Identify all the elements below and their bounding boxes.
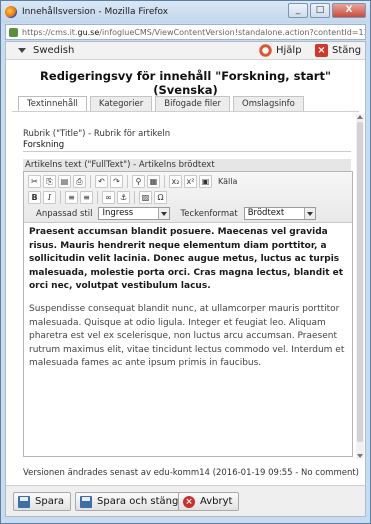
save-button[interactable]: Spara <box>13 492 72 511</box>
tab-omslagsinfo[interactable]: Omslagsinfo <box>233 96 304 111</box>
close-label: Stäng <box>332 45 362 56</box>
chevron-down-icon <box>303 208 315 219</box>
caret-down-icon <box>18 48 26 53</box>
format-select-label: Teckenformat <box>180 208 238 219</box>
style-select-value: Ingress <box>102 208 134 218</box>
save-icon <box>80 495 92 508</box>
redo-icon[interactable]: ↷ <box>110 175 123 188</box>
close-icon: × <box>315 44 328 57</box>
paste-icon[interactable]: ▤ <box>58 175 71 188</box>
find-icon[interactable]: ⚲ <box>132 175 145 188</box>
format-select[interactable]: Brödtext <box>243 207 316 220</box>
style-select-label: Anpassad stil <box>36 208 93 219</box>
tab-bar: Textinnehåll Kategorier Bifogade filer O… <box>18 96 304 112</box>
close-link[interactable]: × Stäng <box>315 44 361 57</box>
select-all-icon[interactable]: ▦ <box>147 175 160 188</box>
cms-topbar: Swedish Hjälp × Stäng <box>6 42 365 60</box>
firefox-icon <box>5 6 17 18</box>
url-host: gu.se <box>77 27 100 37</box>
tab-kategorier[interactable]: Kategorier <box>89 96 153 111</box>
language-selector[interactable]: Swedish <box>18 45 74 56</box>
ingress-paragraph: Praesent accumsan blandit posuere. Maece… <box>29 227 344 292</box>
link-icon[interactable]: ∞ <box>102 191 115 204</box>
body-paragraph: Suspendisse consequat blandit nunc, at u… <box>29 303 345 369</box>
scroll-up-icon[interactable] <box>357 115 363 119</box>
fulltext-field-label: Artikelns text ("FullText") - Artikelns … <box>23 159 351 171</box>
title-field[interactable] <box>23 139 351 152</box>
lock-icon <box>9 27 18 37</box>
minimize-button[interactable]: _ <box>288 3 308 18</box>
numbered-list-icon[interactable]: ≡ <box>65 191 78 204</box>
help-link[interactable]: Hjälp <box>259 44 302 57</box>
lifebuoy-icon <box>259 44 272 57</box>
page-title: Redigeringsvy för innehåll "Forskning, s… <box>40 69 331 97</box>
tab-textinnehall[interactable]: Textinnehåll <box>18 96 87 112</box>
special-char-icon[interactable]: Ω <box>154 191 167 204</box>
url-prefix: https://cms.it. <box>22 27 78 37</box>
copy-icon[interactable]: ⎘ <box>43 175 56 188</box>
undo-icon[interactable]: ↶ <box>95 175 108 188</box>
format-select-value: Brödtext <box>247 208 285 218</box>
language-label: Swedish <box>33 45 75 56</box>
title-field-label: Rubrik ("Title") - Rubrik för artikeln <box>23 129 171 139</box>
maximize-editor-icon[interactable]: ▣ <box>199 175 212 188</box>
vertical-scrollbar[interactable] <box>356 114 364 459</box>
url-bar[interactable]: https://cms.it. gu.se/infoglueCMS/ViewCon… <box>5 24 366 40</box>
cut-icon[interactable]: ✂ <box>28 175 41 188</box>
editor-toolbar: ✂ ⎘ ▤ ⎙ ↶ ↷ ⚲ ▦ x₂ x² ▣ Källa B I ≡ ≡ ∞ … <box>24 172 352 223</box>
rich-text-editor: ✂ ⎘ ▤ ⎙ ↶ ↷ ⚲ ▦ x₂ x² ▣ Källa B I ≡ ≡ ∞ … <box>23 171 353 457</box>
window-close-button[interactable]: X <box>332 3 366 18</box>
toolbar-separator <box>60 191 61 204</box>
italic-icon[interactable]: I <box>43 191 56 204</box>
cancel-label: Avbryt <box>200 496 233 507</box>
source-button[interactable]: Källa <box>214 175 241 188</box>
print-icon[interactable]: ⎙ <box>73 175 86 188</box>
toolbar-separator <box>134 191 135 204</box>
save-icon <box>18 495 30 508</box>
superscript-icon[interactable]: x² <box>184 175 197 188</box>
save-label: Spara <box>35 496 65 507</box>
toolbar-separator <box>97 191 98 204</box>
window-controls: _ □ X <box>288 3 366 18</box>
url-path: /infoglueCMS/ViewContentVersion!standalo… <box>99 27 365 37</box>
save-close-label: Spara och stäng <box>97 496 179 507</box>
cms-content-area: Swedish Hjälp × Stäng Redigeringsvy för … <box>5 41 366 517</box>
bold-icon[interactable]: B <box>28 191 41 204</box>
save-and-close-button[interactable]: Spara och stäng <box>75 492 186 511</box>
help-label: Hjälp <box>276 45 302 56</box>
cancel-button[interactable]: × Avbryt <box>178 492 240 511</box>
bulleted-list-icon[interactable]: ≡ <box>80 191 93 204</box>
version-note: Versionen ändrades senast av edu-komm14 … <box>23 468 360 478</box>
scroll-thumb[interactable] <box>357 122 363 442</box>
window-titlebar: Innehållsversion - Mozilla Firefox _ □ X <box>1 1 370 23</box>
maximize-button[interactable]: □ <box>310 3 330 18</box>
subscript-icon[interactable]: x₂ <box>169 175 182 188</box>
anchor-icon[interactable]: ⚓ <box>117 191 130 204</box>
scroll-down-icon[interactable] <box>357 454 363 458</box>
chevron-down-icon <box>158 208 170 219</box>
tab-divider <box>12 111 359 112</box>
cancel-icon: × <box>183 495 195 508</box>
tab-bifogade-filer[interactable]: Bifogade filer <box>155 96 231 111</box>
image-icon[interactable]: ▨ <box>139 191 152 204</box>
toolbar-separator <box>164 175 165 188</box>
style-select[interactable]: Ingress <box>98 207 171 220</box>
editor-text-area[interactable]: Praesent accumsan blandit posuere. Maece… <box>29 226 349 380</box>
toolbar-row-2: B I ≡ ≡ ∞ ⚓ ▨ Ω <box>28 191 167 204</box>
window-title: Innehållsversion - Mozilla Firefox <box>22 7 169 17</box>
footer-bar: Spara Spara och stäng × Avbryt <box>6 485 365 516</box>
toolbar-row-3: Anpassad stil Ingress Teckenformat Brödt… <box>28 207 316 220</box>
toolbar-row-1: ✂ ⎘ ▤ ⎙ ↶ ↷ ⚲ ▦ x₂ x² ▣ Källa <box>28 175 241 188</box>
toolbar-separator <box>127 175 128 188</box>
toolbar-separator <box>90 175 91 188</box>
browser-window: Innehållsversion - Mozilla Firefox _ □ X… <box>0 0 371 524</box>
